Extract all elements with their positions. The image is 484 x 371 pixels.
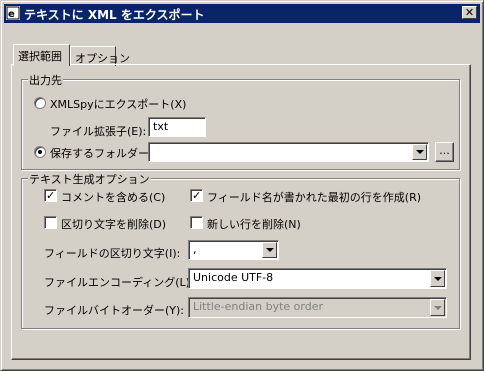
remove-newlines-checkbox[interactable] [190, 216, 203, 229]
checkmark-icon: ✓ [46, 189, 56, 202]
file-extension-value: txt [153, 120, 169, 133]
file-extension-input[interactable]: txt [148, 117, 206, 137]
file-encoding-select[interactable]: Unicode UTF-8 [188, 268, 447, 289]
output-group: 出力先 XMLSpyにエクスポート(X) ファイル拡張子(E): txt 保存す… [21, 72, 460, 170]
browse-button-label: ... [439, 144, 450, 157]
byte-order-label: ファイルバイトオーダー(Y): [44, 304, 185, 317]
export-to-xmlspy-label[interactable]: XMLSpyにエクスポート(X) [50, 96, 186, 112]
chevron-down-icon [434, 276, 442, 281]
include-comments-label[interactable]: コメントを含める(C) [61, 189, 165, 205]
browse-folder-button[interactable]: ... [435, 142, 454, 162]
file-encoding-label: ファイルエンコーディング(L): [44, 276, 194, 289]
field-names-first-row-label[interactable]: フィールド名が書かれた最初の行を作成(R) [207, 189, 421, 205]
chevron-down-icon [266, 248, 274, 252]
text-options-group: テキスト生成オプション ✓ コメントを含める(C) ✓ フィールド名が書かれた最… [21, 171, 460, 329]
byte-order-dropdown-button[interactable] [430, 299, 445, 316]
field-delimiter-select[interactable]: , [188, 240, 279, 260]
remove-delimiters-checkbox[interactable] [44, 216, 57, 229]
xmlspy-app-icon: e [6, 6, 20, 20]
export-to-xmlspy-radio[interactable] [34, 97, 46, 109]
tab-selection-label: 選択範囲 [18, 50, 62, 63]
checkmark-icon: ✓ [192, 189, 202, 202]
byte-order-value: Little-endian byte order [193, 300, 323, 313]
close-icon: ✕ [464, 6, 475, 19]
save-folder-label[interactable]: 保存するフォルダー(F) [50, 145, 164, 161]
remove-delimiters-label[interactable]: 区切り文字を削除(D) [61, 216, 166, 232]
field-delimiter-label: フィールドの区切り文字(I): [44, 247, 181, 260]
chevron-down-icon [416, 150, 424, 154]
tab-panel: 出力先 XMLSpyにエクスポート(X) ファイル拡張子(E): txt 保存す… [11, 64, 471, 360]
file-encoding-dropdown-button[interactable] [430, 270, 445, 287]
byte-order-select[interactable]: Little-endian byte order [188, 297, 447, 318]
file-encoding-value: Unicode UTF-8 [193, 271, 274, 284]
text-options-group-legend: テキスト生成オプション [28, 171, 151, 187]
save-folder-dropdown-button[interactable] [412, 144, 427, 160]
field-delimiter-dropdown-button[interactable] [262, 242, 277, 258]
include-comments-checkbox[interactable]: ✓ [44, 189, 57, 202]
save-folder-radio[interactable] [34, 146, 46, 158]
tab-selection[interactable]: 選択範囲 [13, 44, 70, 66]
dialog-title: テキストに XML をエクスポート [24, 8, 205, 22]
file-extension-label: ファイル拡張子(E): [50, 125, 147, 138]
close-button[interactable]: ✕ [462, 6, 477, 19]
save-folder-select[interactable] [148, 142, 429, 162]
svg-text:e: e [8, 9, 15, 20]
remove-newlines-label[interactable]: 新しい行を削除(N) [207, 216, 301, 232]
output-group-legend: 出力先 [28, 72, 63, 88]
field-names-first-row-checkbox[interactable]: ✓ [190, 189, 203, 202]
radio-selected-dot [38, 150, 42, 154]
title-bar[interactable]: e テキストに XML をエクスポート ✕ [4, 4, 480, 23]
export-dialog: e テキストに XML をエクスポート ✕ 選択範囲 オプション 出力先 XML… [0, 0, 484, 371]
field-delimiter-value: , [193, 243, 197, 256]
chevron-down-icon [434, 305, 442, 310]
tab-options[interactable]: オプション [70, 46, 130, 66]
